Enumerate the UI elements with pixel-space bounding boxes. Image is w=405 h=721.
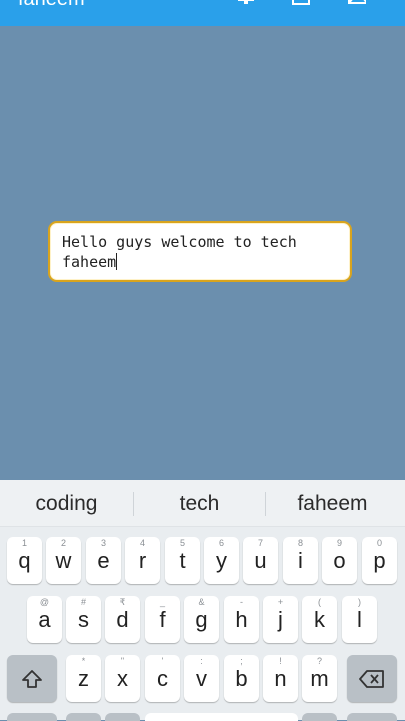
key-x[interactable]: " x <box>105 655 140 702</box>
key-label: p <box>373 548 386 573</box>
suggestion-item[interactable]: coding <box>0 480 133 526</box>
key-k[interactable]: (k <box>302 596 337 643</box>
key-o[interactable]: 9o <box>322 537 357 584</box>
key-label: u <box>254 548 267 573</box>
key-hint: & <box>198 597 205 607</box>
key-label: o <box>333 548 346 573</box>
key-hint: ' <box>161 656 164 666</box>
text-line-2: faheem <box>62 253 117 271</box>
text-caret <box>116 253 118 270</box>
key-label: z <box>78 666 89 691</box>
key-label: a <box>38 607 51 632</box>
on-screen-keyboard: coding tech faheem 1q 2w 3e 4r 5t 6y 7u … <box>0 480 405 721</box>
key-i[interactable]: 8i <box>283 537 318 584</box>
key-e[interactable]: 3e <box>86 537 121 584</box>
key-f[interactable]: _ f <box>145 596 180 643</box>
key-hint: " <box>120 656 125 666</box>
key-label: g <box>195 607 208 632</box>
key-label: e <box>97 548 110 573</box>
key-label: c <box>157 666 168 691</box>
key-hint: # <box>80 597 86 607</box>
key-label: h <box>235 607 248 632</box>
key-hint: 1 <box>21 538 27 548</box>
key-hint: 2 <box>60 538 66 548</box>
key-y[interactable]: 6y <box>204 537 239 584</box>
key-r[interactable]: 4r <box>125 537 160 584</box>
key-label: j <box>278 607 283 632</box>
key-m[interactable]: ? m <box>302 655 337 702</box>
key-hint: : <box>200 656 203 666</box>
key-h[interactable]: -h <box>224 596 259 643</box>
app-title: faheem <box>18 0 85 11</box>
shift-key[interactable] <box>7 655 57 702</box>
key-label: y <box>216 548 227 573</box>
key-hint: + <box>277 597 284 607</box>
suggestion-item[interactable]: tech <box>134 480 265 526</box>
key-hint: _ <box>159 597 165 607</box>
key-label: l <box>357 607 362 632</box>
key-hint: * <box>81 656 86 666</box>
image-icon[interactable] <box>347 0 367 6</box>
key-b[interactable]: ; b <box>224 655 259 702</box>
key-label: f <box>159 607 166 632</box>
key-g[interactable]: & g <box>184 596 219 643</box>
key-label: s <box>78 607 89 632</box>
key-hint: 0 <box>376 538 382 548</box>
key-n[interactable]: ! n <box>263 655 298 702</box>
key-label: k <box>314 607 325 632</box>
key-hint: ! <box>279 656 282 666</box>
key-d[interactable]: ₹ d <box>105 596 140 643</box>
key-hint: ; <box>240 656 243 666</box>
monitor-icon[interactable] <box>236 0 256 6</box>
key-hint: ? <box>316 656 322 666</box>
key-label: d <box>116 607 129 632</box>
key-l[interactable]: ) l <box>342 596 377 643</box>
key-s[interactable]: # s <box>66 596 101 643</box>
shift-icon <box>22 669 42 688</box>
key-label: r <box>138 548 147 573</box>
key-hint: - <box>240 597 243 607</box>
suggestion-item[interactable]: faheem <box>266 480 399 526</box>
key-label: n <box>274 666 287 691</box>
app-bar: faheem <box>0 0 405 26</box>
key-hint: 5 <box>179 538 185 548</box>
key-hint: ) <box>358 597 361 607</box>
key-label: i <box>298 548 303 573</box>
square-icon[interactable] <box>291 0 311 6</box>
key-label: w <box>55 548 72 573</box>
key-label: b <box>235 666 248 691</box>
key-v[interactable]: :v <box>184 655 219 702</box>
backspace-icon <box>359 669 384 688</box>
key-w[interactable]: 2w <box>46 537 81 584</box>
key-t[interactable]: 5t <box>165 537 200 584</box>
key-hint: 4 <box>139 538 145 548</box>
backspace-key[interactable] <box>347 655 397 702</box>
key-hint: ( <box>318 597 321 607</box>
key-hint: 3 <box>100 538 106 548</box>
key-p[interactable]: 0p <box>362 537 397 584</box>
key-j[interactable]: + j <box>263 596 298 643</box>
key-hint: @ <box>39 597 50 607</box>
key-hint: 6 <box>218 538 224 548</box>
key-q[interactable]: 1q <box>7 537 42 584</box>
key-label: q <box>18 548 31 573</box>
key-z[interactable]: * z <box>66 655 101 702</box>
key-hint: 8 <box>297 538 303 548</box>
key-hint: 9 <box>336 538 342 548</box>
key-label: m <box>310 666 329 691</box>
text-line-1: Hello guys welcome to tech <box>62 233 297 251</box>
key-u[interactable]: 7u <box>243 537 278 584</box>
text-input-box[interactable]: Hello guys welcome to tech faheem <box>48 221 352 282</box>
key-label: x <box>117 666 128 691</box>
key-hint: 7 <box>257 538 263 548</box>
key-label: v <box>196 666 207 691</box>
key-a[interactable]: @ a <box>27 596 62 643</box>
key-c[interactable]: ' c <box>145 655 180 702</box>
suggestion-bar: coding tech faheem <box>0 480 405 527</box>
key-label: t <box>179 548 186 573</box>
